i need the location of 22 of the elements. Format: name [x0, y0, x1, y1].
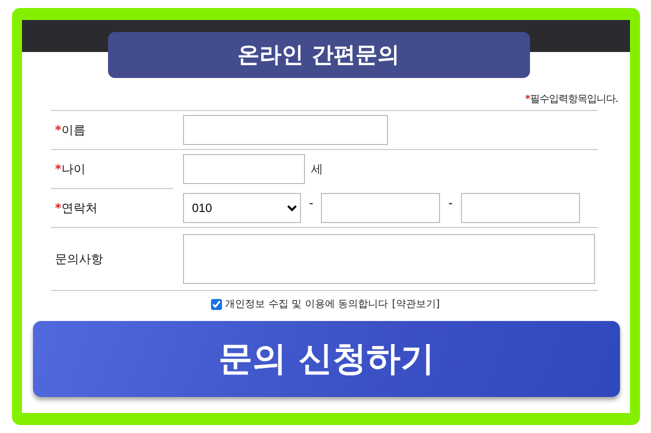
field-label: 연락처	[61, 200, 98, 216]
required-mark: *	[55, 162, 62, 176]
field-label: 나이	[61, 160, 86, 178]
inquiry-field[interactable]	[183, 234, 595, 284]
dash-separator: -	[309, 196, 314, 210]
required-mark: *	[55, 201, 62, 215]
phone-field[interactable]	[460, 193, 580, 223]
field-label: 이름	[61, 122, 86, 138]
age-unit: 세	[311, 160, 323, 178]
phone-field[interactable]	[321, 193, 440, 223]
consent-checkbox[interactable]	[211, 298, 222, 310]
age-field[interactable]	[183, 154, 305, 184]
terms-link[interactable]: [약관보기]	[392, 297, 440, 311]
form-title: 온라인 간편문의	[108, 32, 530, 78]
required-mark: *	[55, 123, 62, 137]
consent-text: 개인정보 수집 및 이용에 동의합니다	[225, 298, 388, 311]
required-note: *필수입력항목입니다.	[525, 93, 618, 106]
dash-separator: -	[448, 196, 453, 210]
field-label: 문의사항	[55, 250, 103, 268]
area-code-select[interactable]: 010	[183, 193, 301, 223]
name-field[interactable]	[183, 115, 388, 145]
submit-button[interactable]: 문의 신청하기	[33, 321, 620, 397]
